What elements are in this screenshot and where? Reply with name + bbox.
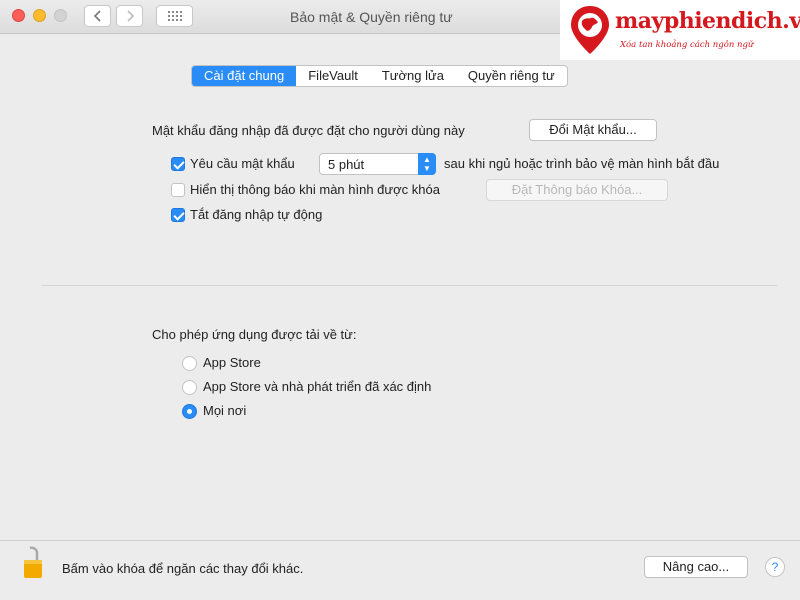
zoom-window-button[interactable]: [54, 9, 67, 22]
password-delay-select[interactable]: 5 phút ▲ ▼: [319, 153, 436, 175]
logo-text: mayphiendich.vn: [615, 8, 800, 34]
watermark-logo: mayphiendich.vn Xóa tan khoảng cách ngôn…: [560, 0, 800, 60]
show-message-label: Hiển thị thông báo khi màn hình được khó…: [190, 182, 440, 197]
window-title: Bảo mật & Quyền riêng tư: [290, 9, 453, 25]
show-message-checkbox[interactable]: [171, 183, 185, 197]
require-password-checkbox[interactable]: [171, 157, 185, 171]
minimize-window-button[interactable]: [33, 9, 46, 22]
general-pane: Mật khẩu đăng nhập đã được đặt cho người…: [19, 96, 795, 528]
tab-bar: Cài đặt chung FileVault Tường lửa Quyền …: [191, 65, 568, 87]
change-password-button[interactable]: Đổi Mật khẩu...: [529, 119, 657, 141]
back-button[interactable]: [84, 5, 111, 27]
tab-privacy[interactable]: Quyền riêng tư: [456, 66, 567, 86]
lock-button[interactable]: [22, 546, 44, 583]
tab-filevault[interactable]: FileVault: [296, 66, 370, 86]
require-password-after-text: sau khi ngủ hoặc trình bảo vệ màn hình b…: [444, 156, 720, 171]
updown-arrows-icon: ▲ ▼: [418, 153, 436, 175]
lock-instruction-text: Bấm vào khóa để ngăn các thay đổi khác.: [62, 561, 304, 576]
disable-autologin-checkbox[interactable]: [171, 208, 185, 222]
password-delay-value: 5 phút: [328, 157, 365, 172]
radio-app-store-label: App Store: [203, 355, 261, 370]
radio-anywhere-label: Mọi nơi: [203, 403, 247, 418]
show-all-button[interactable]: [156, 5, 193, 27]
chevron-right-icon: [126, 10, 134, 22]
forward-button[interactable]: [116, 5, 143, 27]
require-password-label: Yêu cầu mật khẩu: [190, 156, 295, 171]
set-lock-message-button[interactable]: Đặt Thông báo Khóa...: [486, 179, 668, 201]
logo-slogan: Xóa tan khoảng cách ngôn ngữ: [620, 40, 754, 50]
radio-anywhere[interactable]: [182, 404, 197, 419]
tab-general[interactable]: Cài đặt chung: [192, 66, 297, 86]
tab-firewall[interactable]: Tường lửa: [370, 66, 456, 86]
disable-autologin-label: Tắt đăng nhập tự động: [190, 207, 323, 222]
grid-icon: [167, 11, 182, 21]
radio-identified-developers-label: App Store và nhà phát triển đã xác định: [203, 379, 432, 394]
footer-divider: [0, 540, 800, 541]
close-window-button[interactable]: [12, 9, 25, 22]
advanced-button[interactable]: Nâng cao...: [644, 556, 748, 578]
radio-identified-developers[interactable]: [182, 380, 197, 395]
map-pin-globe-icon: [571, 6, 609, 54]
download-source-heading: Cho phép ứng dụng được tải về từ:: [152, 327, 357, 342]
password-set-text: Mật khẩu đăng nhập đã được đặt cho người…: [152, 123, 465, 138]
chevron-left-icon: [93, 10, 101, 22]
radio-app-store[interactable]: [182, 356, 197, 371]
section-divider: [41, 285, 777, 286]
help-button[interactable]: ?: [765, 557, 785, 577]
unlocked-padlock-icon: [24, 546, 42, 578]
